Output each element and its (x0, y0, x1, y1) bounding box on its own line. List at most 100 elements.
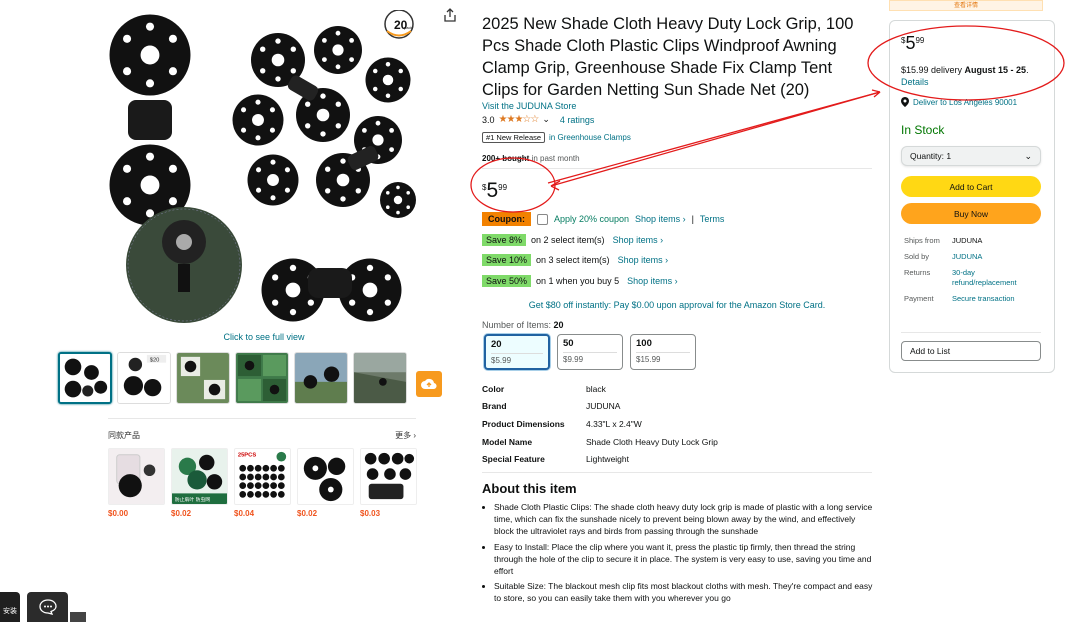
similar-product-price: $0.04 (234, 509, 255, 518)
save-shop-link[interactable]: Shop items › (613, 235, 664, 245)
zoom-hint[interactable]: Click to see full view (108, 332, 420, 342)
buy-now-button[interactable]: Buy Now (901, 203, 1041, 224)
coupon-text[interactable]: Apply 20% coupon (554, 214, 629, 224)
thumbnail[interactable] (294, 352, 348, 404)
chevron-down-icon[interactable]: ⌄ (542, 114, 550, 125)
about-heading: About this item (482, 481, 577, 496)
category-link[interactable]: in Greenhouse Clamps (549, 133, 631, 142)
spec-value: Lightweight (586, 454, 630, 465)
ratings-count-link[interactable]: 4 ratings (560, 115, 595, 125)
similar-product-price: $0.02 (297, 509, 318, 518)
new-release-badge: #1 New Release (482, 132, 546, 143)
delivery-fee: $15.99 delivery (901, 65, 965, 75)
stock-status: In Stock (901, 123, 945, 137)
store-link[interactable]: Visit the JUDUNA Store (482, 101, 576, 111)
about-bullet: Easy to Install: Place the clip where yo… (494, 541, 874, 578)
spec-key: Special Feature (482, 454, 545, 465)
option-100[interactable]: 100 $15.99 (630, 334, 696, 370)
similar-product-price: $0.00 (108, 509, 129, 518)
spec-row: Special Feature Lightweight (482, 450, 718, 468)
thumbnail[interactable]: $20 (117, 352, 171, 404)
info-key: Sold by (904, 252, 930, 261)
save-tag: Save 50% (482, 275, 532, 287)
floating-tool-button[interactable]: 安装 (0, 592, 20, 622)
save-shop-link[interactable]: Shop items › (618, 255, 669, 265)
spec-value: JUDUNA (586, 401, 621, 412)
similar-product-image[interactable] (297, 448, 354, 505)
number-of-items-label: Number of Items: 20 (482, 320, 564, 330)
thumbnail[interactable] (353, 352, 407, 404)
similar-product[interactable]: $0.02 (297, 448, 354, 518)
more-link[interactable]: 更多 › (395, 430, 416, 441)
deliver-to-location[interactable]: Deliver to Los Angeles 90001 (901, 97, 1017, 107)
spec-key: Color (482, 383, 505, 394)
option-20[interactable]: 20 $5.99 (484, 334, 550, 370)
thumbnail[interactable] (176, 352, 230, 404)
save-offer-row: Save 10% on 3 select item(s) Shop items … (482, 254, 668, 266)
main-product-image[interactable]: 20 pack (108, 9, 420, 332)
similar-product-price: $0.02 (171, 509, 192, 518)
spec-row: Model Name Shade Cloth Heavy Duty Lock Gr… (482, 433, 718, 451)
similar-product-image[interactable] (360, 448, 417, 505)
price-whole: 5 (486, 179, 499, 202)
similar-product[interactable]: $0.03 (360, 448, 417, 518)
returns-link[interactable]: 30-day refund/replacement (952, 268, 1032, 288)
coupon-checkbox[interactable] (536, 213, 548, 225)
divider (482, 472, 872, 473)
similar-product-image[interactable]: 防止扇叶 防虫网 (171, 448, 228, 505)
save-text: on 3 select item(s) (536, 255, 610, 265)
save-text: on 1 when you buy 5 (536, 276, 620, 286)
collapse-tab[interactable] (70, 612, 86, 622)
star-rating-icon[interactable]: ★★★☆☆ (499, 114, 540, 125)
save-tag: Save 8% (482, 234, 527, 246)
info-row: Payment Secure transaction (904, 294, 1032, 304)
seller-info: Ships from JUDUNA Sold by JUDUNA Returns 30… (904, 236, 1032, 310)
quantity-select[interactable]: Quantity: 1 ⌄ (901, 146, 1041, 166)
thumbnail[interactable] (235, 352, 289, 404)
save-offer-row: Save 50% on 1 when you buy 5 Shop items … (482, 275, 678, 287)
info-row: Ships from JUDUNA (904, 236, 1032, 246)
deliver-to-link[interactable]: Deliver to Los Angeles 90001 (913, 98, 1017, 107)
similar-product-image[interactable] (108, 448, 165, 505)
bought-count-bold: 200+ bought (482, 154, 530, 163)
add-to-cart-button[interactable]: Add to Cart (901, 176, 1041, 197)
chat-button[interactable] (27, 592, 68, 622)
top-strip-link[interactable]: 查看详情 (889, 0, 1043, 11)
coupon-terms-link[interactable]: Terms (700, 214, 725, 224)
delivery-period: . (1026, 65, 1029, 75)
option-quantity: 50 (563, 338, 574, 349)
thumbnail-strip: $20 (58, 352, 407, 404)
divider (482, 168, 872, 169)
cloud-upload-icon (421, 378, 437, 390)
similar-product-caption: 防止扇叶 防虫网 (175, 496, 210, 503)
similar-products-title: 同款产品 (108, 431, 140, 440)
option-price: $9.99 (563, 352, 617, 364)
about-bullet: Shade Cloth Plastic Clips: The shade clo… (494, 501, 874, 538)
price-fraction: 99 (915, 36, 925, 45)
similar-product[interactable]: $0.00 (108, 448, 165, 518)
info-value: JUDUNA (952, 236, 983, 245)
seller-link[interactable]: JUDUNA (952, 252, 1032, 262)
coupon-shop-link[interactable]: Shop items › (635, 214, 686, 224)
similar-product[interactable]: 25PCS $0.04 (234, 448, 291, 518)
details-link[interactable]: Details (901, 77, 929, 87)
cloud-upload-button[interactable] (416, 371, 442, 397)
similar-product-image[interactable]: 25PCS (234, 448, 291, 505)
similar-product[interactable]: 防止扇叶 防虫网 $0.02 (171, 448, 228, 518)
delivery-date: August 15 - 25 (964, 65, 1027, 75)
thumbnail[interactable] (58, 352, 112, 404)
chevron-down-icon: ⌄ (1024, 150, 1032, 161)
spec-row: Product Dimensions 4.33"L x 2.4"W (482, 415, 718, 433)
store-card-promo-link[interactable]: Get $80 off instantly: Pay $0.00 upon ap… (482, 300, 872, 310)
share-icon[interactable] (443, 8, 457, 22)
payment-link[interactable]: Secure transaction (952, 294, 1032, 304)
coupon-row: Coupon: Apply 20% coupon Shop items › | … (482, 212, 724, 226)
spec-row: Color black (482, 380, 718, 398)
info-key: Returns (904, 268, 931, 277)
product-specs: Color black Brand JUDUNA Product Dimension… (482, 380, 718, 468)
info-row: Returns 30-day refund/replacement (904, 268, 1032, 288)
option-50[interactable]: 50 $9.99 (557, 334, 623, 370)
product-title: 2025 New Shade Cloth Heavy Duty Lock Gri… (482, 15, 854, 99)
save-shop-link[interactable]: Shop items › (627, 276, 678, 286)
add-to-list-button[interactable]: Add to List (901, 341, 1041, 361)
